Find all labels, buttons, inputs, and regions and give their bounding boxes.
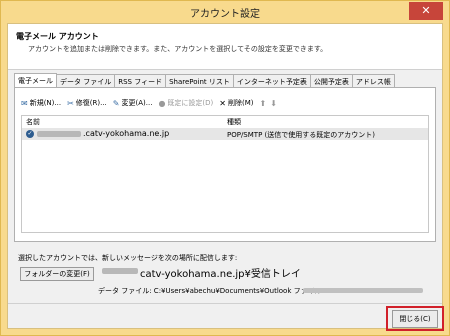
delete-label: 削除(M) [227, 99, 254, 107]
column-type-header[interactable]: 種類 [227, 117, 241, 127]
redacted-account-prefix [37, 131, 81, 137]
footer-divider [8, 303, 442, 304]
data-file-path: データ ファイル: C:¥Users¥abechu¥Documents¥Outl… [98, 287, 327, 295]
tab-internet-calendars[interactable]: インターネット予定表 [232, 74, 311, 88]
close-button[interactable]: 閉じる(C) [392, 310, 438, 328]
new-account-icon: ✉ [21, 98, 28, 108]
change-folder-button[interactable]: フォルダーの変更(F) [20, 267, 94, 281]
dialog-client: 電子メール アカウント アカウントを追加または削除できます。また、アカウントを選… [7, 23, 444, 331]
move-up-icon[interactable]: ⬆ [260, 99, 267, 108]
change-icon: ✎ [112, 98, 120, 108]
default-account-check-icon: ✓ [26, 130, 34, 138]
change-label: 変更(A)... [121, 99, 153, 107]
move-down-icon[interactable]: ⬇ [270, 99, 277, 108]
repair-icon: ✂ [67, 98, 74, 108]
delete-icon: ✕ [219, 98, 226, 108]
set-default-button[interactable]: ● 既定に設定(D) [158, 98, 213, 108]
tab-published-calendars[interactable]: 公開予定表 [309, 74, 353, 88]
header-description: アカウントを追加または削除できます。また、アカウントを選択してその設定を変更でき… [28, 45, 328, 53]
account-settings-window: アカウント設定 ✕ 電子メール アカウント アカウントを追加または削除できます。… [0, 0, 450, 336]
email-tab-panel: ✉ 新規(N)... ✂ 修復(R)... ✎ 変更(A)... ● 既定に設定… [14, 87, 436, 242]
account-name: .catv-yokohama.ne.jp [83, 129, 170, 138]
repair-button[interactable]: ✂ 修復(R)... [67, 98, 107, 108]
title-bar: アカウント設定 ✕ [1, 1, 449, 23]
account-list-header: 名前 種類 [22, 116, 428, 127]
redacted-delivery-prefix [102, 268, 138, 274]
delete-button[interactable]: ✕ 削除(M) [219, 98, 253, 108]
account-row[interactable]: ✓ .catv-yokohama.ne.jp POP/SMTP (送信で使用する… [22, 128, 428, 140]
header-section: 電子メール アカウント アカウントを追加または削除できます。また、アカウントを選… [8, 24, 442, 70]
delivery-location: catv-yokohama.ne.jp¥受信トレイ [140, 269, 301, 280]
window-title: アカウント設定 [190, 9, 260, 20]
tab-email[interactable]: 電子メール [14, 73, 57, 88]
set-default-label: 既定に設定(D) [167, 99, 214, 107]
set-default-icon: ● [158, 98, 166, 108]
header-title: 電子メール アカウント [16, 32, 99, 41]
window-close-button[interactable]: ✕ [409, 2, 443, 20]
new-account-button[interactable]: ✉ 新規(N)... [21, 98, 61, 108]
tab-strip: 電子メール データ ファイル RSS フィード SharePoint リスト イ… [14, 73, 395, 88]
redacted-data-file [303, 288, 423, 293]
account-type: POP/SMTP (送信で使用する既定のアカウント) [227, 131, 375, 139]
repair-label: 修復(R)... [75, 99, 107, 107]
new-account-label: 新規(N)... [29, 99, 62, 107]
delivery-label: 選択したアカウントでは、新しいメッセージを次の場所に配信します: [18, 254, 238, 262]
tab-rss-feeds[interactable]: RSS フィード [114, 74, 167, 88]
account-list: 名前 種類 ✓ .catv-yokohama.ne.jp POP/SMTP (送… [21, 115, 429, 233]
change-button[interactable]: ✎ 変更(A)... [113, 98, 153, 108]
tab-sharepoint-lists[interactable]: SharePoint リスト [165, 74, 234, 88]
account-toolbar: ✉ 新規(N)... ✂ 修復(R)... ✎ 変更(A)... ● 既定に設定… [21, 96, 281, 110]
tab-address-books[interactable]: アドレス帳 [351, 74, 395, 88]
column-name-header[interactable]: 名前 [26, 117, 40, 127]
tab-data-files[interactable]: データ ファイル [56, 74, 116, 88]
